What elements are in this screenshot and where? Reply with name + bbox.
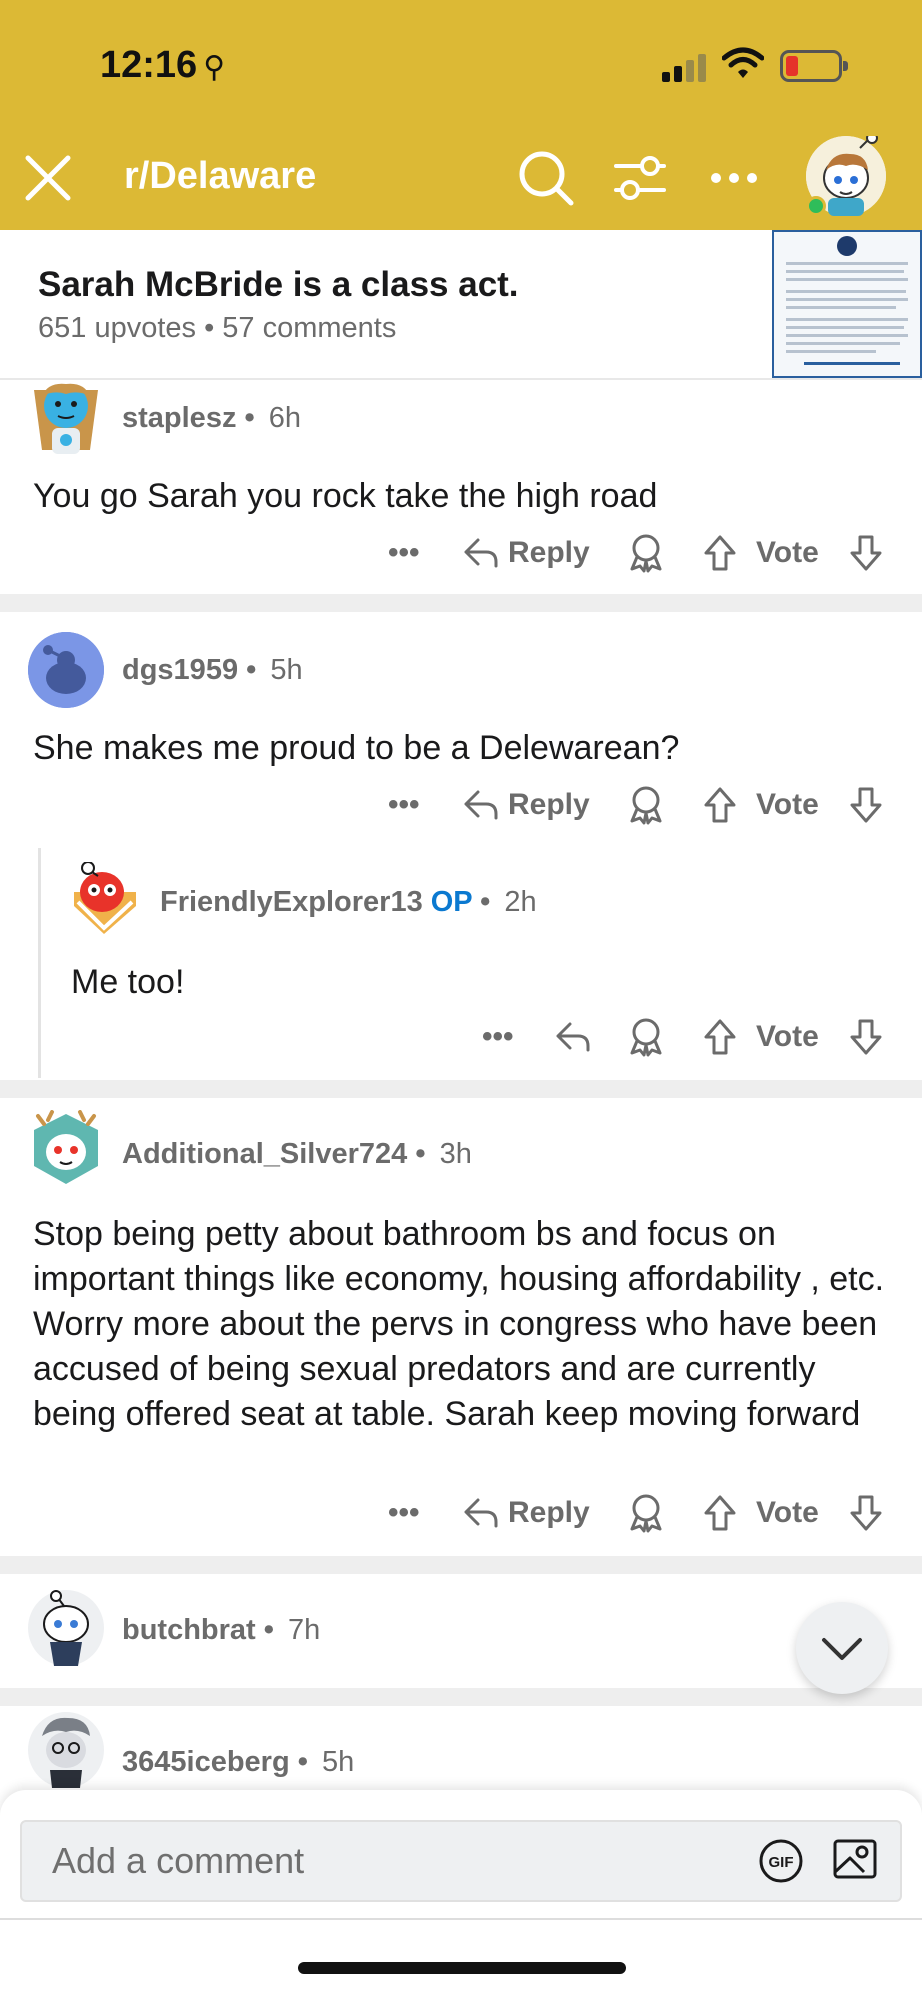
- upvote-count: 651 upvotes: [38, 312, 197, 344]
- comment-author[interactable]: Additional_Silver724 • 3h: [122, 1138, 472, 1171]
- online-status-dot: [806, 196, 826, 216]
- post-thumbnail[interactable]: [772, 230, 922, 378]
- home-indicator[interactable]: [298, 1962, 626, 1974]
- location-pin-icon: ⚲: [203, 51, 226, 84]
- downvote-button[interactable]: [848, 528, 884, 578]
- avatar[interactable]: [28, 380, 104, 456]
- award-icon: [630, 786, 662, 825]
- upvote-arrow-icon: [704, 787, 736, 823]
- reply-icon: [464, 790, 498, 820]
- downvote-arrow-icon: [850, 787, 882, 823]
- wifi-icon: [722, 47, 764, 78]
- downvote-arrow-icon: [850, 1019, 882, 1055]
- downvote-button[interactable]: [848, 1012, 884, 1062]
- award-button[interactable]: [628, 528, 664, 578]
- reply-button[interactable]: Reply: [462, 1488, 590, 1538]
- post-meta: 651 upvotes • 57 comments: [38, 312, 396, 345]
- comment-divider: [0, 1080, 922, 1098]
- chevron-down-icon: [822, 1638, 862, 1660]
- cellular-signal-icon: [662, 52, 708, 82]
- award-button[interactable]: [628, 1012, 664, 1062]
- comment-divider: [0, 1688, 922, 1706]
- search-icon[interactable]: [516, 148, 576, 208]
- comment-body: Stop being petty about bathroom bs and f…: [33, 1215, 885, 1433]
- downvote-arrow-icon: [850, 535, 882, 571]
- upvote-arrow-icon: [704, 1019, 736, 1055]
- comment-author[interactable]: dgs1959 • 5h: [122, 654, 303, 687]
- reply-icon: [556, 1022, 590, 1052]
- upvote-button[interactable]: Vote: [702, 780, 819, 830]
- post-title[interactable]: Sarah McBride is a class act.: [38, 265, 519, 305]
- more-button[interactable]: •••: [388, 1488, 420, 1538]
- meta-separator: •: [204, 312, 215, 344]
- upvote-arrow-icon: [704, 1495, 736, 1531]
- avatar[interactable]: [28, 1590, 104, 1666]
- comment-count: 57 comments: [222, 312, 397, 344]
- reply-icon: [464, 538, 498, 568]
- downvote-button[interactable]: [848, 780, 884, 830]
- filter-icon[interactable]: [610, 148, 670, 208]
- more-button[interactable]: •••: [388, 780, 420, 830]
- image-upload-icon[interactable]: [832, 1834, 878, 1882]
- battery-icon: [780, 50, 848, 82]
- op-badge: OP: [430, 886, 473, 918]
- comment-actions: ••• Reply Vote: [0, 1488, 922, 1538]
- avatar[interactable]: [28, 1110, 104, 1186]
- downvote-arrow-icon: [850, 1495, 882, 1531]
- comment-actions: ••• Reply Vote: [0, 528, 922, 578]
- avatar[interactable]: [28, 632, 104, 708]
- award-icon: [630, 1494, 662, 1533]
- comment-body: You go Sarah you rock take the high road: [33, 477, 658, 515]
- reply-button[interactable]: Reply: [462, 528, 590, 578]
- award-icon: [630, 534, 662, 573]
- comment-divider: [0, 594, 922, 612]
- more-button[interactable]: •••: [388, 528, 420, 578]
- reply-button[interactable]: Reply: [462, 780, 590, 830]
- avatar[interactable]: [66, 861, 142, 938]
- close-button[interactable]: [18, 148, 78, 208]
- upvote-arrow-icon: [704, 535, 736, 571]
- comment-body: She makes me proud to be a Delewarean?: [33, 729, 680, 767]
- reply-icon: [464, 1498, 498, 1528]
- more-options-icon[interactable]: [704, 148, 764, 208]
- upvote-button[interactable]: Vote: [702, 1488, 819, 1538]
- subreddit-title[interactable]: r/Delaware: [124, 155, 316, 198]
- avatar[interactable]: [28, 1712, 104, 1788]
- upvote-button[interactable]: Vote: [702, 1012, 819, 1062]
- scroll-next-button[interactable]: [796, 1602, 888, 1694]
- award-button[interactable]: [628, 780, 664, 830]
- comment-divider: [0, 1556, 922, 1574]
- gif-label: GIF: [769, 1854, 794, 1871]
- reply-button[interactable]: [554, 1012, 592, 1062]
- status-time: 12:16 ⚲: [100, 44, 226, 86]
- comment-body: Me too!: [71, 963, 185, 1001]
- comment-author[interactable]: FriendlyExplorer13 OP • 2h: [160, 886, 537, 919]
- more-button[interactable]: •••: [482, 1012, 514, 1062]
- comment-author[interactable]: staplesz • 6h: [122, 402, 301, 435]
- downvote-button[interactable]: [848, 1488, 884, 1538]
- comment-actions: ••• Reply Vote: [0, 780, 922, 830]
- award-button[interactable]: [628, 1488, 664, 1538]
- award-icon: [630, 1018, 662, 1057]
- comment-actions: ••• Vote: [0, 1012, 922, 1062]
- gif-button[interactable]: GIF: [758, 1838, 804, 1884]
- composer-divider: [0, 1918, 922, 1920]
- upvote-button[interactable]: Vote: [702, 528, 819, 578]
- comment-author[interactable]: 3645iceberg • 5h: [122, 1746, 354, 1779]
- comment-author[interactable]: butchbrat • 7h: [122, 1614, 320, 1647]
